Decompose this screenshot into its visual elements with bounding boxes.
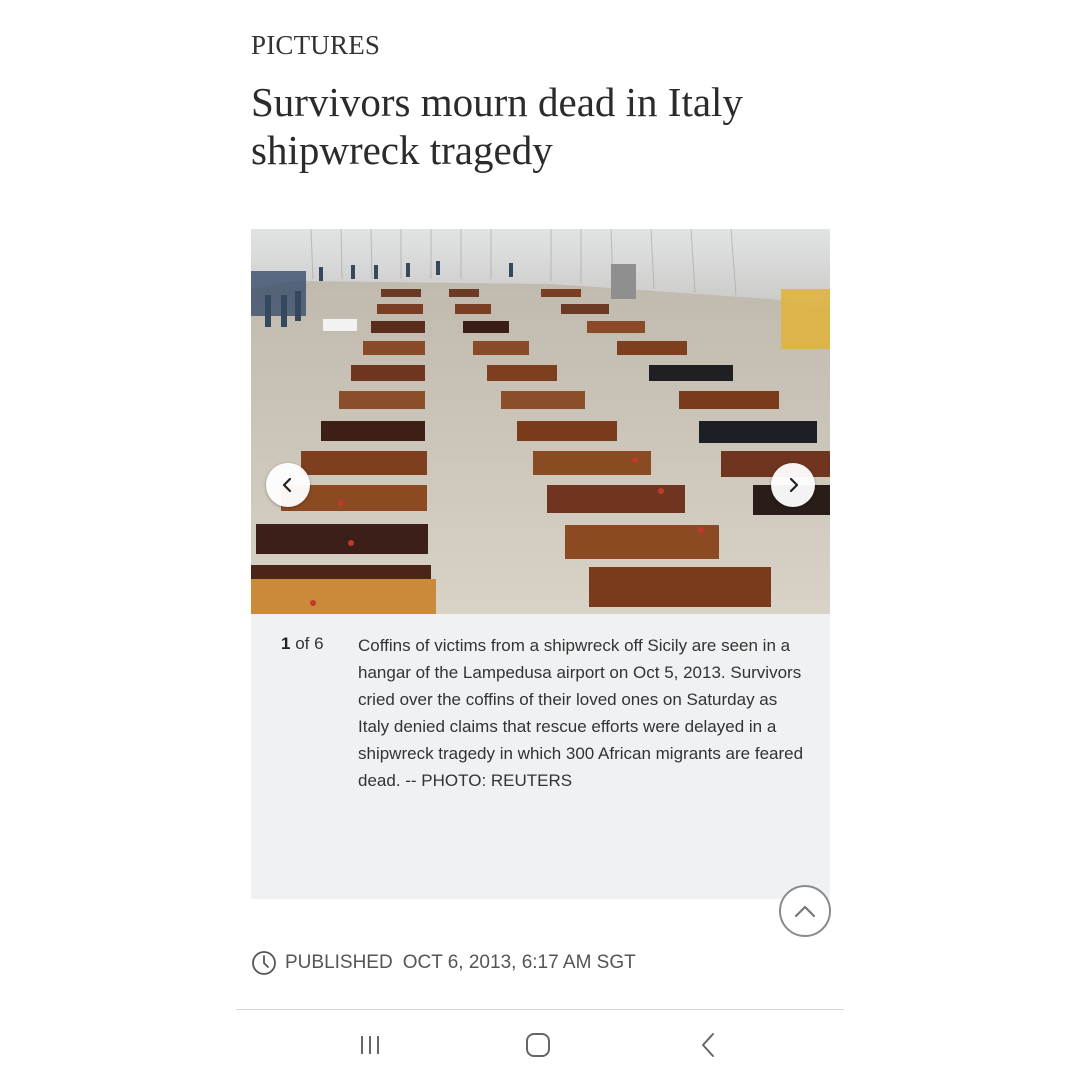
- published-label: PUBLISHED: [285, 952, 393, 973]
- chevron-left-icon: [282, 477, 292, 493]
- coffins-hangar-image: [251, 229, 830, 614]
- back-button[interactable]: [688, 1028, 728, 1062]
- gallery-photo[interactable]: [251, 229, 830, 614]
- home-button[interactable]: [518, 1028, 558, 1062]
- caption-panel: 1 of 6 Coffins of victims from a shipwre…: [251, 614, 830, 899]
- recents-icon: [361, 1036, 379, 1054]
- divider: [236, 1009, 844, 1010]
- recents-button[interactable]: [350, 1028, 390, 1062]
- gallery-counter: 1 of 6: [281, 634, 324, 654]
- gallery-prev-button[interactable]: [266, 463, 310, 507]
- gallery-total: of 6: [290, 634, 324, 653]
- back-icon: [702, 1033, 714, 1057]
- published-datetime: OCT 6, 2013, 6:17 AM SGT: [402, 952, 636, 973]
- section-label[interactable]: PICTURES: [251, 30, 380, 61]
- chevron-right-icon: [789, 477, 799, 493]
- gallery-next-button[interactable]: [771, 463, 815, 507]
- home-icon: [526, 1033, 550, 1057]
- clock-icon: [252, 951, 276, 975]
- published-info: PUBLISHED OCT 6, 2013, 6:17 AM SGT: [251, 950, 636, 976]
- article-headline: Survivors mourn dead in Italy shipwreck …: [251, 79, 743, 173]
- photo-caption: Coffins of victims from a shipwreck off …: [358, 636, 804, 790]
- chevron-up-icon: [794, 905, 816, 918]
- scroll-to-top-button[interactable]: [779, 885, 831, 937]
